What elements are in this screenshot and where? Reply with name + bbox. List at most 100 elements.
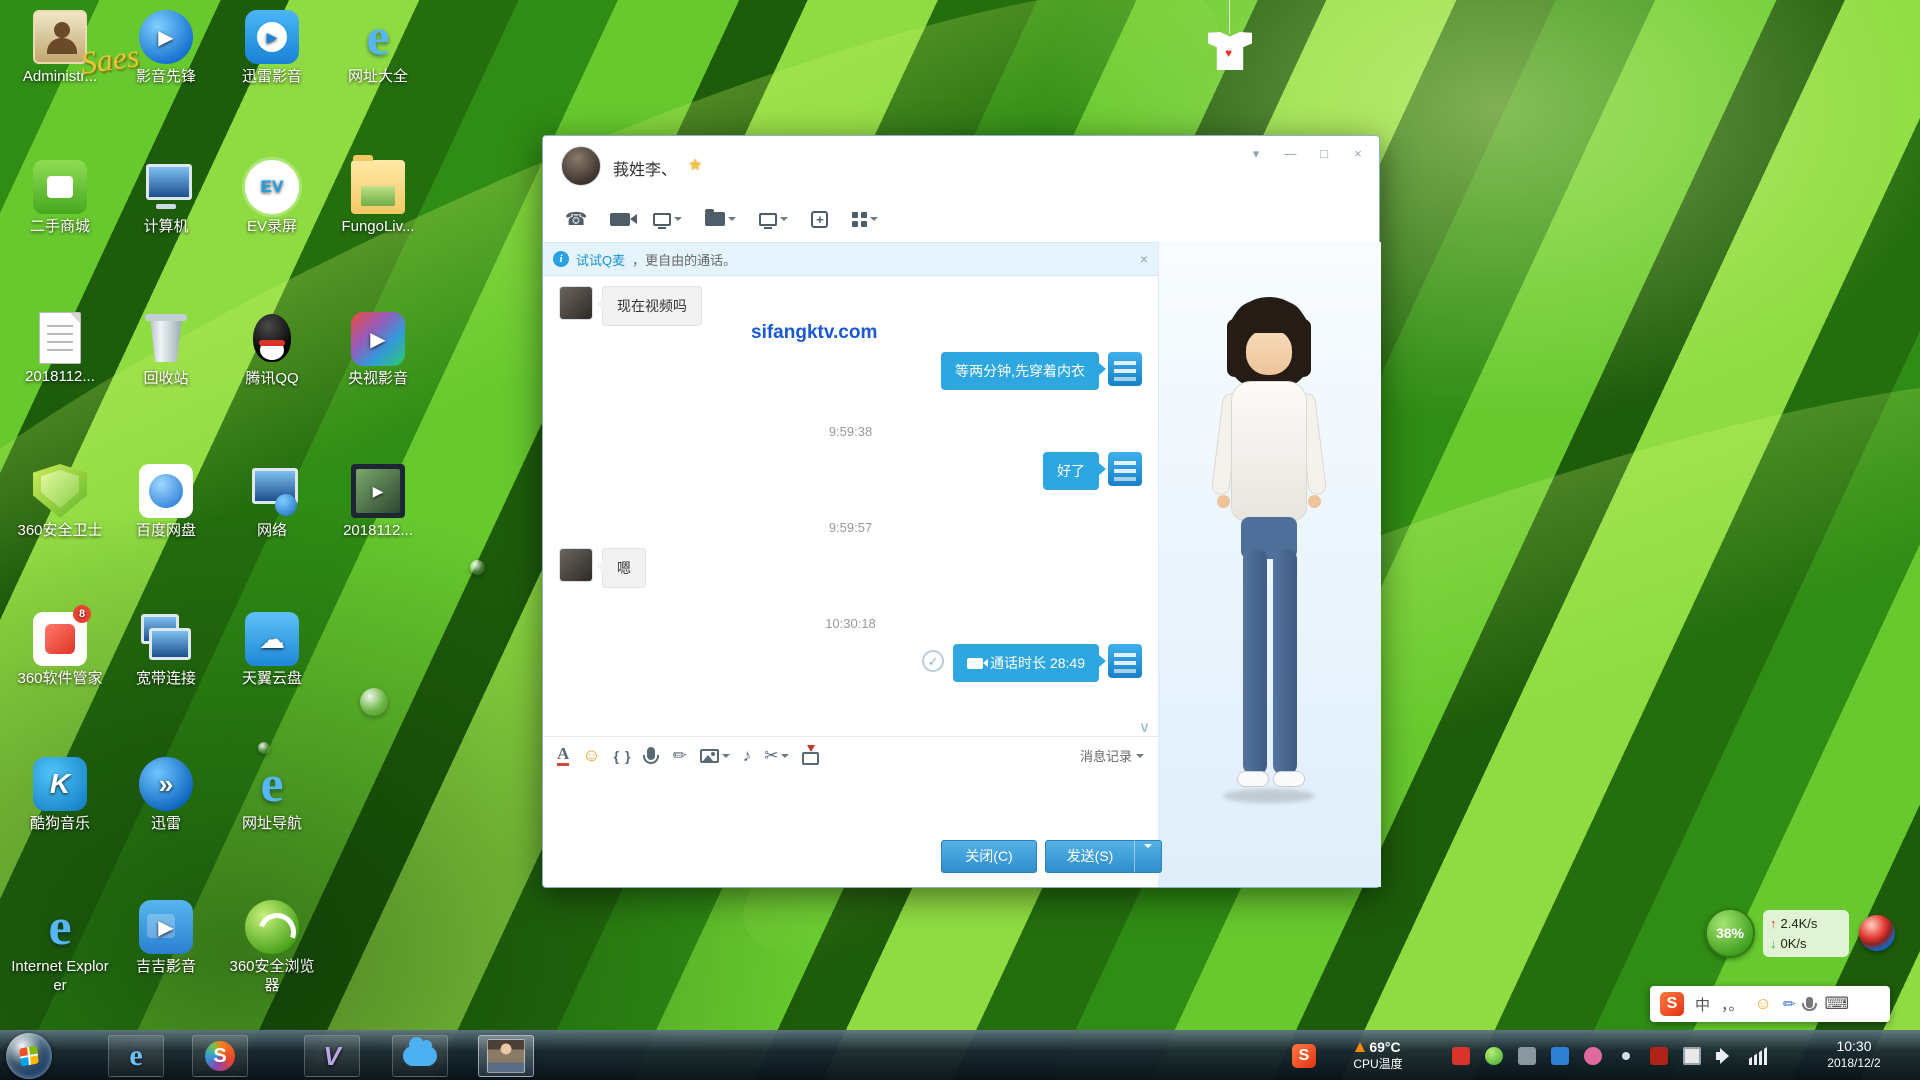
ime-mode-button[interactable]: 中 (1695, 994, 1710, 1015)
sogou-logo-icon[interactable]: S (1660, 992, 1684, 1016)
folder-icon (705, 212, 725, 226)
taskbar-video-app-button[interactable]: V (304, 1035, 360, 1077)
ime-punctuation-button[interactable]: ，。 (1721, 994, 1744, 1015)
ime-mic-icon[interactable] (1806, 997, 1813, 1008)
apps-button[interactable] (845, 207, 884, 231)
contact-avatar[interactable] (561, 146, 601, 186)
qq-show-avatar-figure[interactable] (1189, 297, 1349, 857)
tray-green-plus-icon[interactable] (1485, 1047, 1503, 1065)
banner-close-icon[interactable]: × (1140, 251, 1148, 267)
font-style-button[interactable] (557, 745, 569, 766)
kugou-k-icon: K (33, 757, 87, 811)
message-history-button[interactable]: 消息记录 (1080, 746, 1144, 765)
desktop-icon-fungolive[interactable]: FungoLiv... (328, 160, 428, 237)
desktop-icon-internet-explorer[interactable]: e Internet Explorer (10, 900, 110, 996)
tray-red2-app-icon[interactable] (1650, 1047, 1668, 1065)
doodle-button[interactable] (672, 746, 686, 766)
tray-clipboard-icon[interactable] (1683, 1047, 1701, 1065)
desktop-icon-tencent-qq[interactable]: 腾讯QQ (222, 312, 322, 389)
taskbar-clock[interactable]: 10:30 2018/12/2 (1796, 1038, 1912, 1070)
peer-avatar[interactable] (559, 548, 593, 582)
scroll-to-bottom-icon[interactable] (1139, 718, 1150, 736)
desktop-icon-text-document[interactable]: 2018112... (10, 312, 110, 387)
peer-avatar[interactable] (559, 286, 593, 320)
cpu-temperature-widget[interactable]: 69°C CPU温度 (1330, 1039, 1426, 1072)
window-menu-button[interactable]: ▾ (1243, 144, 1269, 164)
plus-icon: + (811, 211, 828, 228)
play-icon: ▶ (245, 10, 299, 64)
minimize-button[interactable]: — (1277, 144, 1303, 164)
desktop-tshirt-widget[interactable]: ♥ (1205, 0, 1255, 92)
desktop-icon-jiji-player[interactable]: ▶ 吉吉影音 (116, 900, 216, 977)
self-avatar[interactable] (1108, 352, 1142, 386)
desktop-icon-recycle-bin[interactable]: 回收站 (116, 312, 216, 389)
taskbar-sogou-browser-button[interactable]: S (192, 1035, 248, 1077)
start-button[interactable] (6, 1033, 52, 1079)
desktop-icon-url-navigation[interactable]: e 网址导航 (222, 757, 322, 834)
tray-pink-app-icon[interactable] (1584, 1047, 1602, 1065)
emoji-button[interactable] (582, 745, 600, 766)
remote-desktop-button[interactable] (753, 209, 794, 230)
document-icon (39, 312, 81, 364)
window-titlebar[interactable]: 莪姓李、 ▾ — □ × (543, 136, 1379, 196)
try-qmic-link[interactable]: 试试Q麦 (576, 250, 625, 269)
voice-message-button[interactable] (644, 747, 659, 764)
desktop-icon-tianyi-cloud[interactable]: ☁ 天翼云盘 (222, 612, 322, 689)
send-options-button[interactable] (1134, 840, 1162, 873)
send-button[interactable]: 发送(S) (1045, 840, 1135, 873)
desktop-icon-video-file[interactable]: ▶ 2018112... (328, 464, 428, 541)
desktop-icon-ev-recorder[interactable]: EV EV录屏 (222, 160, 322, 237)
network-signal-icon[interactable] (1749, 1047, 1767, 1065)
desktop-icon-360-safeguard[interactable]: 360安全卫士 (10, 464, 110, 541)
create-group-button[interactable]: + (805, 207, 834, 232)
screenshot-button[interactable] (764, 746, 789, 766)
call-duration-bubble: 通话时长 28:49 (953, 644, 1099, 682)
close-window-button[interactable]: × (1345, 144, 1371, 164)
window-shake-button[interactable] (614, 748, 632, 764)
message-box-button[interactable] (802, 747, 819, 765)
tray-blue-app-icon[interactable] (1551, 1047, 1569, 1065)
accelerator-ball[interactable] (1859, 915, 1895, 951)
ie-e-icon: e (129, 1041, 142, 1071)
music-button[interactable] (743, 746, 752, 766)
self-avatar[interactable] (1108, 452, 1142, 486)
desktop-icon-xfplay[interactable]: ▶ 影音先锋 (116, 10, 216, 87)
flame-icon (1355, 1042, 1365, 1052)
taskbar-chat-window-button[interactable] (478, 1035, 534, 1077)
desktop-icon-baidu-netdisk[interactable]: 百度网盘 (116, 464, 216, 541)
desktop-icon-url-collection[interactable]: e 网址大全 (328, 10, 428, 87)
taskbar-cloud-app-button[interactable] (392, 1035, 448, 1077)
ime-handwriting-icon[interactable] (1783, 995, 1796, 1013)
maximize-button[interactable]: □ (1311, 144, 1337, 164)
desktop-icon-network[interactable]: 网络 (222, 464, 322, 541)
close-chat-button[interactable]: 关闭(C) (941, 840, 1037, 873)
memory-usage-ball[interactable]: 38% (1705, 908, 1755, 958)
tray-sogou-icon[interactable]: S (1292, 1044, 1316, 1068)
desktop-icon-broadband-connection[interactable]: 宽带连接 (116, 612, 216, 689)
desktop-icon-360-software-manager[interactable]: 8 360软件管家 (10, 612, 110, 689)
desktop-icon-kugou-music[interactable]: K 酷狗音乐 (10, 757, 110, 834)
message-bubble: 等两分钟,先穿着内衣 (941, 352, 1099, 390)
desktop-icon-computer[interactable]: 计算机 (116, 160, 216, 237)
ime-emoji-icon[interactable] (1755, 994, 1772, 1014)
tray-red-app-icon[interactable] (1452, 1047, 1470, 1065)
network-speeds[interactable]: 2.4K/s 0K/s (1763, 910, 1849, 957)
desktop-icon-secondhand-mall[interactable]: 二手商城 (10, 160, 110, 237)
desktop-icon-cctv-video[interactable]: ▶ 央视影音 (328, 312, 428, 389)
send-image-button[interactable] (700, 749, 730, 763)
video-call-button[interactable] (604, 209, 636, 230)
desktop-icon-xunlei-player[interactable]: ▶ 迅雷影音 (222, 10, 322, 87)
pencil-icon (672, 746, 686, 766)
desktop-icon-administrator[interactable]: Administr... (10, 10, 110, 87)
taskbar-ie-button[interactable]: e (108, 1035, 164, 1077)
voice-call-button[interactable] (559, 206, 593, 232)
ime-keyboard-icon[interactable] (1824, 994, 1849, 1014)
desktop-icon-360-browser[interactable]: 360安全浏览器 (222, 900, 322, 996)
screen-capture-button[interactable] (647, 209, 688, 230)
send-file-button[interactable] (699, 208, 742, 230)
video-camera-icon (967, 658, 983, 669)
self-avatar[interactable] (1108, 644, 1142, 678)
message-input[interactable] (543, 774, 1158, 834)
tray-gray-app-icon[interactable] (1518, 1047, 1536, 1065)
desktop-icon-xunlei[interactable]: » 迅雷 (116, 757, 216, 834)
